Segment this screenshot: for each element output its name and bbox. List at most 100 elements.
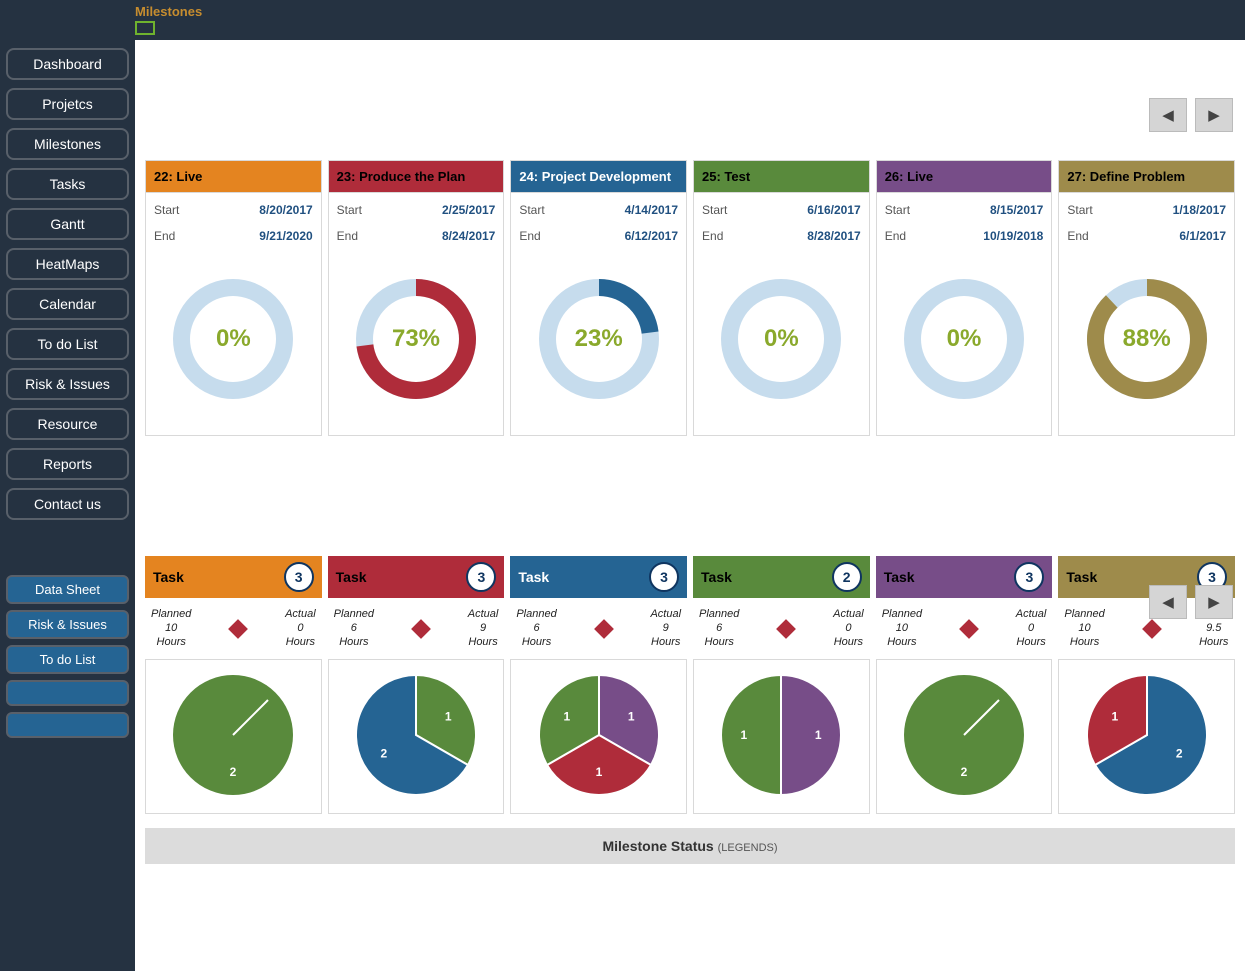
task-header: Task 3 bbox=[145, 556, 322, 598]
donut-percent: 23% bbox=[575, 325, 623, 353]
milestone-card[interactable]: 23: Produce the Plan Start2/25/2017 End8… bbox=[328, 160, 505, 436]
prev-tasks-button[interactable]: ◀ bbox=[1149, 585, 1187, 619]
nav-heatmaps[interactable]: HeatMaps bbox=[6, 248, 129, 280]
task-pie: 2 bbox=[894, 665, 1034, 805]
milestone-body: Start8/15/2017 End10/19/2018 0% bbox=[877, 193, 1052, 435]
task-pie: 12 bbox=[346, 665, 486, 805]
task-label: Task bbox=[518, 569, 549, 585]
milestone-card[interactable]: 24: Project Development Start4/14/2017 E… bbox=[510, 160, 687, 436]
pie-wrap: 1 1 1 bbox=[510, 659, 687, 814]
milestone-header: 23: Produce the Plan bbox=[329, 161, 504, 193]
svg-text:1: 1 bbox=[445, 709, 452, 723]
task-card[interactable]: Task 3 Planned6Hours Actual9Hours 1 1 1 bbox=[510, 556, 687, 814]
task-label: Task bbox=[336, 569, 367, 585]
pie-wrap: 21 bbox=[1058, 659, 1235, 814]
nav-projetcs[interactable]: Projetcs bbox=[6, 88, 129, 120]
milestone-card[interactable]: 22: Live Start8/20/2017 End9/21/2020 0% bbox=[145, 160, 322, 436]
hours-row: Planned6Hours Actual0Hours bbox=[693, 598, 870, 659]
svg-text:2: 2 bbox=[380, 746, 387, 760]
diamond-icon bbox=[594, 619, 614, 639]
page-title: Milestones bbox=[135, 4, 1245, 19]
nav-contact-us[interactable]: Contact us bbox=[6, 488, 129, 520]
nav-milestones[interactable]: Milestones bbox=[6, 128, 129, 160]
nav-risk-issues[interactable]: Risk & Issues bbox=[6, 368, 129, 400]
task-header: Task 2 bbox=[693, 556, 870, 598]
task-header: Task 3 bbox=[510, 556, 687, 598]
milestone-card[interactable]: 26: Live Start8/15/2017 End10/19/2018 0% bbox=[876, 160, 1053, 436]
subnav-to-do-list[interactable]: To do List bbox=[6, 645, 129, 674]
task-pie: 1 1 1 bbox=[529, 665, 669, 805]
hours-row: Planned6Hours Actual9Hours bbox=[510, 598, 687, 659]
nav-dashboard[interactable]: Dashboard bbox=[6, 48, 129, 80]
hours-row: Planned10Hours Actual0Hours bbox=[876, 598, 1053, 659]
svg-text:2: 2 bbox=[961, 765, 968, 779]
task-pie: 11 bbox=[711, 665, 851, 805]
prev-milestones-button[interactable]: ◀ bbox=[1149, 98, 1187, 132]
main-content: ◀ ▶ 22: Live Start8/20/2017 End9/21/2020… bbox=[135, 40, 1245, 971]
svg-text:2: 2 bbox=[230, 765, 237, 779]
pie-wrap: 2 bbox=[876, 659, 1053, 814]
hours-row: Planned6Hours Actual9Hours bbox=[328, 598, 505, 659]
donut-percent: 88% bbox=[1123, 325, 1171, 353]
pie-wrap: 11 bbox=[693, 659, 870, 814]
task-card[interactable]: Task 3 Planned10Hours Actual0Hours 2 bbox=[145, 556, 322, 814]
nav-to-do-list[interactable]: To do List bbox=[6, 328, 129, 360]
nav-resource[interactable]: Resource bbox=[6, 408, 129, 440]
nav-reports[interactable]: Reports bbox=[6, 448, 129, 480]
milestone-body: Start1/18/2017 End6/1/2017 88% bbox=[1059, 193, 1234, 435]
milestone-header: 22: Live bbox=[146, 161, 321, 193]
milestone-header: 27: Define Problem bbox=[1059, 161, 1234, 193]
next-milestones-button[interactable]: ▶ bbox=[1195, 98, 1233, 132]
milestone-body: Start6/16/2017 End8/28/2017 0% bbox=[694, 193, 869, 435]
milestone-body: Start2/25/2017 End8/24/2017 73% bbox=[329, 193, 504, 435]
task-card[interactable]: Task 3 Planned6Hours Actual9Hours 12 bbox=[328, 556, 505, 814]
milestone-body: Start8/20/2017 End9/21/2020 0% bbox=[146, 193, 321, 435]
legend-title: Milestone Status bbox=[602, 838, 713, 854]
top-bar: Milestones bbox=[0, 0, 1245, 40]
subnav-empty[interactable] bbox=[6, 680, 129, 706]
subnav-data-sheet[interactable]: Data Sheet bbox=[6, 575, 129, 604]
nav-calendar[interactable]: Calendar bbox=[6, 288, 129, 320]
milestone-header: 24: Project Development bbox=[511, 161, 686, 193]
milestone-header: 26: Live bbox=[877, 161, 1052, 193]
next-tasks-button[interactable]: ▶ bbox=[1195, 585, 1233, 619]
nav-tasks[interactable]: Tasks bbox=[6, 168, 129, 200]
diamond-icon bbox=[776, 619, 796, 639]
svg-text:1: 1 bbox=[741, 728, 748, 742]
task-pie: 21 bbox=[1077, 665, 1217, 805]
svg-text:1: 1 bbox=[563, 709, 570, 723]
task-cards: Task 3 Planned10Hours Actual0Hours 2 Tas… bbox=[145, 556, 1235, 814]
milestone-card[interactable]: 25: Test Start6/16/2017 End8/28/2017 0% bbox=[693, 160, 870, 436]
legend-bar: Milestone Status (LEGENDS) bbox=[145, 828, 1235, 864]
nav-gantt[interactable]: Gantt bbox=[6, 208, 129, 240]
task-count-badge: 2 bbox=[832, 562, 862, 592]
task-label: Task bbox=[1066, 569, 1097, 585]
donut-percent: 0% bbox=[764, 325, 799, 353]
pie-wrap: 2 bbox=[145, 659, 322, 814]
sidebar: Dashboard Projetcs Milestones Tasks Gantt Hea… bbox=[0, 40, 135, 971]
task-nav: ◀ ▶ bbox=[1149, 585, 1233, 619]
diamond-icon bbox=[1142, 619, 1162, 639]
milestone-card[interactable]: 27: Define Problem Start1/18/2017 End6/1… bbox=[1058, 160, 1235, 436]
task-count-badge: 3 bbox=[1014, 562, 1044, 592]
task-header: Task 3 bbox=[876, 556, 1053, 598]
subnav-empty[interactable] bbox=[6, 712, 129, 738]
task-count-badge: 3 bbox=[284, 562, 314, 592]
pie-wrap: 12 bbox=[328, 659, 505, 814]
diamond-icon bbox=[959, 619, 979, 639]
subnav-risk-issues[interactable]: Risk & Issues bbox=[6, 610, 129, 639]
task-count-badge: 3 bbox=[649, 562, 679, 592]
legend-subtitle: (LEGENDS) bbox=[718, 842, 778, 854]
task-label: Task bbox=[153, 569, 184, 585]
task-label: Task bbox=[701, 569, 732, 585]
svg-text:1: 1 bbox=[595, 765, 602, 779]
task-card[interactable]: Task 3 Planned10Hours Actual0Hours 2 bbox=[876, 556, 1053, 814]
task-card[interactable]: Task 2 Planned6Hours Actual0Hours 11 bbox=[693, 556, 870, 814]
milestone-body: Start4/14/2017 End6/12/2017 23% bbox=[511, 193, 686, 435]
task-header: Task 3 bbox=[328, 556, 505, 598]
diamond-icon bbox=[411, 619, 431, 639]
diamond-icon bbox=[228, 619, 248, 639]
task-label: Task bbox=[884, 569, 915, 585]
donut-percent: 0% bbox=[216, 325, 251, 353]
svg-text:1: 1 bbox=[628, 709, 635, 723]
